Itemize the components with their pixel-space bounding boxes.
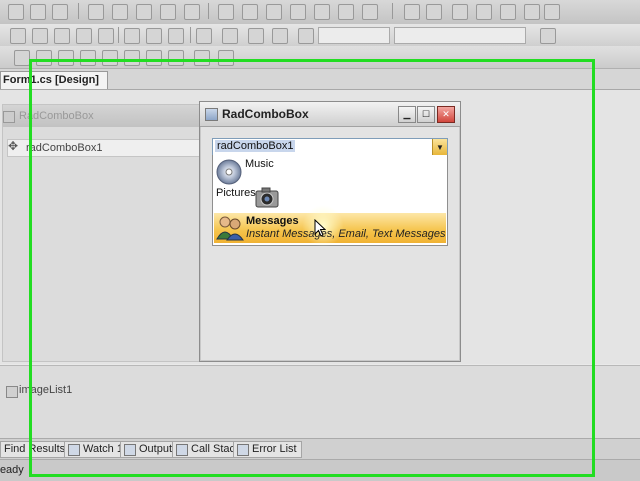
status-text: Ready [0,464,24,476]
undo-icon[interactable] [196,28,212,44]
navigate-forward-icon[interactable] [272,28,288,44]
cut-icon[interactable] [124,28,140,44]
menu-icon[interactable] [30,4,46,20]
menu-bar [0,0,640,25]
menu-icon[interactable] [314,4,330,20]
start-debug-icon[interactable] [298,28,314,44]
align-icon[interactable] [14,50,30,66]
copy-icon[interactable] [146,28,162,44]
menu-icon[interactable] [266,4,282,20]
menu-icon[interactable] [52,4,68,20]
toolbar-separator [78,3,79,19]
paste-icon[interactable] [168,28,184,44]
menu-icon[interactable] [404,4,420,20]
platform-dropdown[interactable] [394,27,526,44]
menu-icon[interactable] [362,4,378,20]
save-icon[interactable] [76,28,92,44]
menu-icon[interactable] [88,4,104,20]
open-folder-icon[interactable] [54,28,70,44]
image-list-icon [6,386,18,398]
menu-icon[interactable] [184,4,200,20]
redo-icon[interactable] [222,28,238,44]
add-item-icon[interactable] [32,28,48,44]
menu-icon[interactable] [136,4,152,20]
menu-icon[interactable] [524,4,540,20]
menu-icon[interactable] [160,4,176,20]
standard-toolbar [0,24,640,47]
toolbar-separator [190,27,191,43]
menu-icon[interactable] [426,4,442,20]
menu-icon[interactable] [242,4,258,20]
menu-icon[interactable] [218,4,234,20]
menu-icon[interactable] [112,4,128,20]
menu-icon[interactable] [8,4,24,20]
navigate-back-icon[interactable] [248,28,264,44]
toolbar-separator [208,3,209,19]
menu-icon[interactable] [338,4,354,20]
move-handle-icon[interactable]: ✥ [8,138,18,154]
menu-icon[interactable] [290,4,306,20]
menu-icon[interactable] [476,4,492,20]
new-file-icon[interactable] [10,28,26,44]
toolbar-separator [392,3,393,19]
form-icon [3,111,15,123]
highlight-frame [29,59,595,477]
toolbar-separator [118,27,119,43]
find-icon[interactable] [540,28,556,44]
menu-icon[interactable] [544,4,560,20]
menu-icon[interactable] [452,4,468,20]
solution-config-dropdown[interactable] [318,27,390,44]
menu-icon[interactable] [500,4,516,20]
save-all-icon[interactable] [98,28,114,44]
